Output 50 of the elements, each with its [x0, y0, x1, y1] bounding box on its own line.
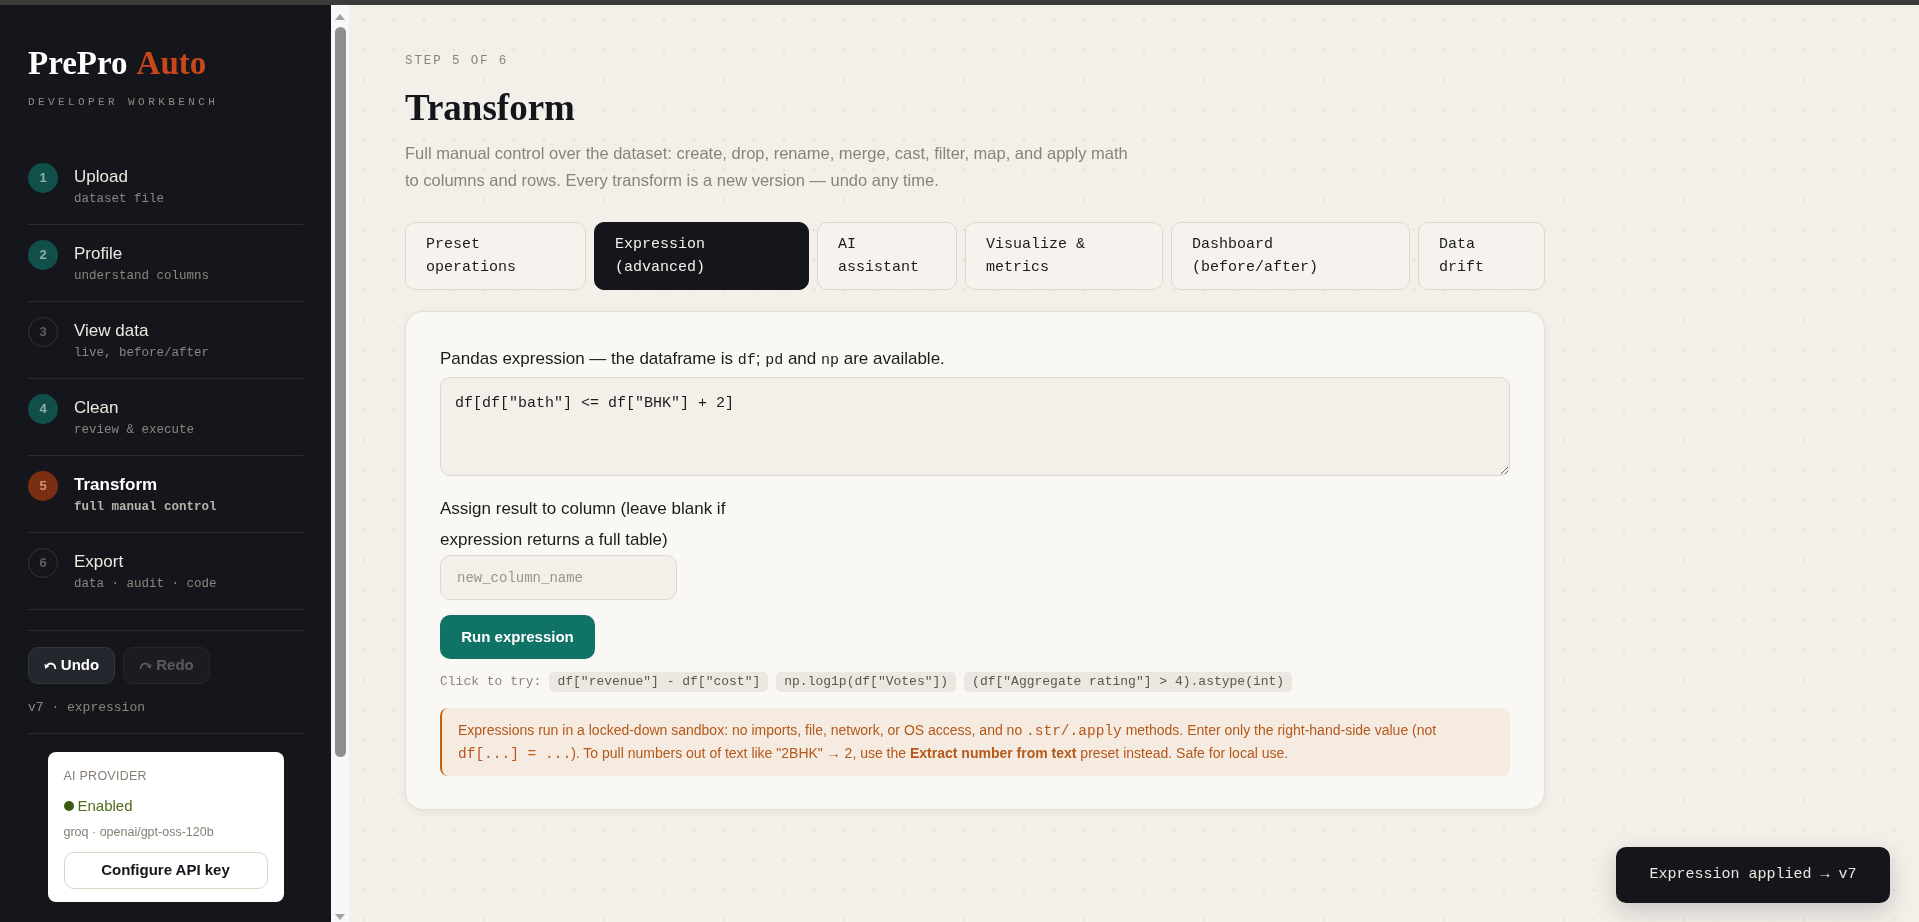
example-expression-button[interactable]: df["revenue"] - df["cost"]: [549, 672, 769, 692]
version-label: v7 · expression: [28, 699, 147, 717]
step-number: 4: [28, 394, 58, 424]
page-title: Transform: [405, 86, 575, 130]
run-expression-button[interactable]: Run expression: [440, 615, 595, 659]
step-subtitle: dataset file: [74, 191, 164, 207]
scroll-up-icon[interactable]: [335, 14, 345, 20]
scroll-down-icon[interactable]: [335, 914, 345, 920]
step-title[interactable]: Profile: [74, 240, 210, 268]
history-button[interactable]: Undo: [28, 647, 115, 684]
tab[interactable]: Data drift: [1418, 222, 1545, 290]
step-subtitle: full manual control: [74, 499, 217, 515]
provider-model: groq · openai/gpt-oss-120b: [63, 824, 215, 841]
provider-status: Enabled: [77, 796, 133, 816]
ai-provider-heading: AI PROVIDER: [63, 768, 148, 785]
step-title[interactable]: Upload: [74, 163, 164, 191]
expression-input[interactable]: df[df["bath"] <= df["BHK"] + 2]: [440, 377, 1510, 476]
tab[interactable]: AI assistant: [817, 222, 957, 290]
page-description: Full manual control over the dataset: create, drop, rename, merge, cast, filter, map, and apply math to columns and rows. Every transform is a new version — undo any time.: [405, 143, 1129, 191]
step-title[interactable]: View data: [74, 317, 210, 345]
step-subtitle: understand columns: [74, 268, 210, 284]
example-expression-button[interactable]: np.log1p(df["Votes"]): [776, 672, 957, 692]
tab[interactable]: Expression (advanced): [594, 222, 809, 290]
step-indicator: STEP 5 OF 6: [405, 53, 509, 69]
undo-icon: [43, 661, 57, 670]
column-label: Assign result to column (leave blank if expression returns a full table): [440, 498, 727, 551]
step-title[interactable]: Clean: [74, 394, 195, 422]
tab[interactable]: Dashboard (before/after): [1171, 222, 1410, 290]
column-name-input[interactable]: new_column_name: [440, 555, 677, 600]
step-number: 1: [28, 163, 58, 193]
examples-label: Click to try:: [440, 673, 542, 691]
scrollbar-thumb[interactable]: [334, 27, 346, 757]
step-subtitle: review & execute: [74, 422, 195, 438]
tab[interactable]: Preset operations: [405, 222, 586, 290]
app-tagline: DEVELOPER WORKBENCH: [28, 95, 220, 110]
sandbox-notice: Expressions run in a locked-down sandbox: no imports, file, network, or OS access, and no .str/.apply methods. Enter only the right-hand-side value (not df[...] = ...). To pull numbers out of text like "2BHK" → 2, use the Extract number from text preset instead. Safe for local use.: [440, 708, 1510, 776]
toast-notification: Expression applied → v7: [1616, 847, 1890, 903]
redo-icon: [139, 661, 153, 670]
step-number: 2: [28, 240, 58, 270]
configure-api-key-button[interactable]: Configure API key: [63, 852, 268, 889]
scrollbar[interactable]: [331, 5, 349, 922]
expression-label: Pandas expression — the dataframe is df; pd and np are available.: [440, 348, 945, 371]
step-title[interactable]: Transform: [74, 471, 217, 499]
step-subtitle: live, before/after: [74, 345, 210, 361]
step-title[interactable]: Export: [74, 548, 217, 576]
step-subtitle: data · audit · code: [74, 576, 217, 592]
app-logo: PrePro Auto: [28, 44, 208, 83]
step-number: 5: [28, 471, 58, 501]
tab[interactable]: Visualize & metrics: [965, 222, 1163, 290]
example-expression-button[interactable]: (df["Aggregate rating"] > 4).astype(int): [964, 672, 1293, 692]
